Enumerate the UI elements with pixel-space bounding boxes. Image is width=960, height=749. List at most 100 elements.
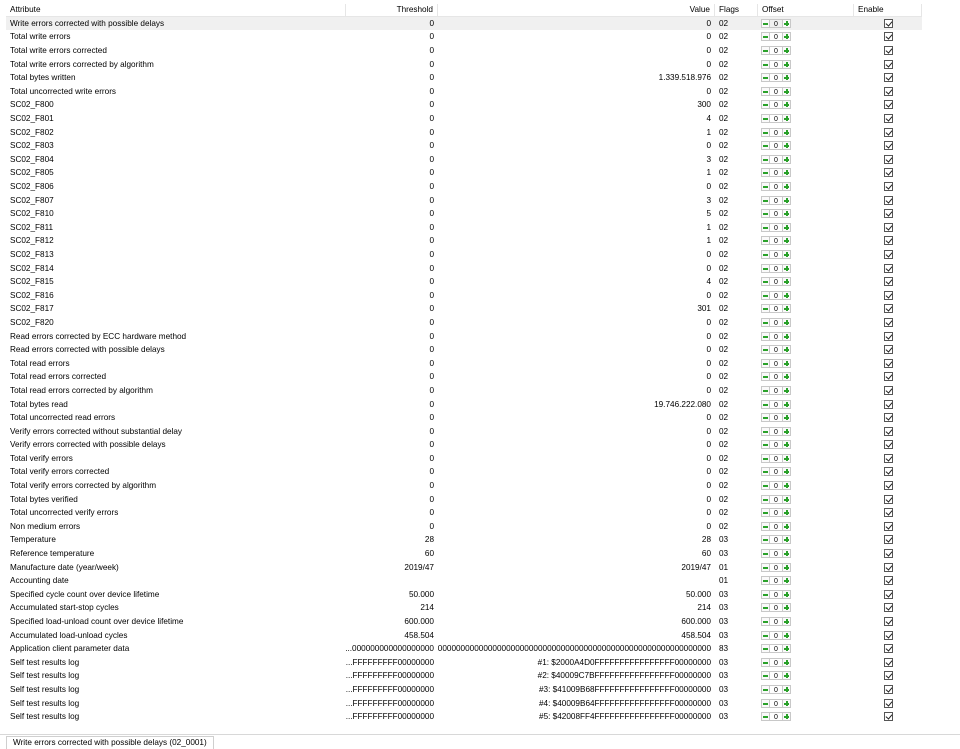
minus-icon[interactable] xyxy=(761,630,770,640)
table-row[interactable]: Non medium errors 0 0 02 0 xyxy=(6,520,922,534)
table-row[interactable]: Total verify errors 0 0 02 0 xyxy=(6,452,922,466)
enable-checkbox[interactable] xyxy=(883,263,893,273)
plus-icon[interactable] xyxy=(782,86,791,96)
minus-icon[interactable] xyxy=(761,114,770,124)
plus-icon[interactable] xyxy=(782,222,791,232)
column-header-offset[interactable]: Offset xyxy=(758,4,854,16)
enable-checkbox[interactable] xyxy=(883,372,893,382)
offset-stepper[interactable]: 0 xyxy=(758,317,854,327)
plus-icon[interactable] xyxy=(782,127,791,137)
enable-checkbox[interactable] xyxy=(883,236,893,246)
offset-value[interactable]: 0 xyxy=(770,331,782,341)
offset-value[interactable]: 0 xyxy=(770,671,782,681)
offset-value[interactable]: 0 xyxy=(770,249,782,259)
offset-stepper[interactable]: 0 xyxy=(758,141,854,151)
minus-icon[interactable] xyxy=(761,59,770,69)
plus-icon[interactable] xyxy=(782,684,791,694)
offset-stepper[interactable]: 0 xyxy=(758,603,854,613)
table-row[interactable]: SC02_F810 0 5 02 0 xyxy=(6,207,922,221)
offset-stepper[interactable]: 0 xyxy=(758,698,854,708)
offset-value[interactable]: 0 xyxy=(770,657,782,667)
enable-checkbox[interactable] xyxy=(883,589,893,599)
minus-icon[interactable] xyxy=(761,331,770,341)
plus-icon[interactable] xyxy=(782,358,791,368)
enable-checkbox[interactable] xyxy=(883,46,893,56)
table-row[interactable]: Total write errors corrected by algorith… xyxy=(6,57,922,71)
enable-checkbox[interactable] xyxy=(883,154,893,164)
table-row[interactable]: Self test results log ...FFFFFFFFF0000000… xyxy=(6,656,922,670)
table-row[interactable]: SC02_F820 0 0 02 0 xyxy=(6,316,922,330)
offset-stepper[interactable]: 0 xyxy=(758,154,854,164)
offset-stepper[interactable]: 0 xyxy=(758,712,854,722)
offset-value[interactable]: 0 xyxy=(770,521,782,531)
column-header-flags[interactable]: Flags xyxy=(715,4,758,16)
enable-checkbox[interactable] xyxy=(883,127,893,137)
plus-icon[interactable] xyxy=(782,494,791,504)
enable-checkbox[interactable] xyxy=(883,603,893,613)
offset-value[interactable]: 0 xyxy=(770,684,782,694)
plus-icon[interactable] xyxy=(782,141,791,151)
offset-stepper[interactable]: 0 xyxy=(758,263,854,273)
enable-checkbox[interactable] xyxy=(883,304,893,314)
offset-value[interactable]: 0 xyxy=(770,290,782,300)
column-header-threshold[interactable]: Threshold xyxy=(346,4,438,16)
column-header-enable[interactable]: Enable xyxy=(854,4,922,16)
enable-checkbox[interactable] xyxy=(883,86,893,96)
plus-icon[interactable] xyxy=(782,18,791,28)
enable-checkbox[interactable] xyxy=(883,630,893,640)
table-row[interactable]: SC02_F804 0 3 02 0 xyxy=(6,153,922,167)
offset-value[interactable]: 0 xyxy=(770,372,782,382)
table-row[interactable]: Total bytes read 0 19.746.222.080 02 0 xyxy=(6,397,922,411)
plus-icon[interactable] xyxy=(782,521,791,531)
table-row[interactable]: Total read errors corrected 0 0 02 0 xyxy=(6,370,922,384)
plus-icon[interactable] xyxy=(782,603,791,613)
table-row[interactable]: Manufacture date (year/week) 2019/47 2019/… xyxy=(6,560,922,574)
enable-checkbox[interactable] xyxy=(883,317,893,327)
enable-checkbox[interactable] xyxy=(883,249,893,259)
table-row[interactable]: Self test results log ...FFFFFFFFF0000000… xyxy=(6,696,922,710)
plus-icon[interactable] xyxy=(782,657,791,667)
table-row[interactable]: Self test results log ...FFFFFFFFF0000000… xyxy=(6,710,922,724)
enable-checkbox[interactable] xyxy=(883,535,893,545)
offset-stepper[interactable]: 0 xyxy=(758,195,854,205)
offset-stepper[interactable]: 0 xyxy=(758,358,854,368)
offset-stepper[interactable]: 0 xyxy=(758,440,854,450)
offset-stepper[interactable]: 0 xyxy=(758,46,854,56)
minus-icon[interactable] xyxy=(761,182,770,192)
offset-stepper[interactable]: 0 xyxy=(758,399,854,409)
plus-icon[interactable] xyxy=(782,671,791,681)
minus-icon[interactable] xyxy=(761,603,770,613)
offset-stepper[interactable]: 0 xyxy=(758,549,854,559)
enable-checkbox[interactable] xyxy=(883,562,893,572)
offset-value[interactable]: 0 xyxy=(770,236,782,246)
minus-icon[interactable] xyxy=(761,521,770,531)
plus-icon[interactable] xyxy=(782,576,791,586)
enable-checkbox[interactable] xyxy=(883,331,893,341)
plus-icon[interactable] xyxy=(782,413,791,423)
table-row[interactable]: Specified load-unload count over device … xyxy=(6,615,922,629)
offset-value[interactable]: 0 xyxy=(770,18,782,28)
enable-checkbox[interactable] xyxy=(883,426,893,436)
minus-icon[interactable] xyxy=(761,413,770,423)
minus-icon[interactable] xyxy=(761,453,770,463)
enable-checkbox[interactable] xyxy=(883,521,893,531)
table-row[interactable]: SC02_F817 0 301 02 0 xyxy=(6,302,922,316)
offset-value[interactable]: 0 xyxy=(770,209,782,219)
offset-stepper[interactable]: 0 xyxy=(758,521,854,531)
minus-icon[interactable] xyxy=(761,712,770,722)
offset-value[interactable]: 0 xyxy=(770,32,782,42)
table-row[interactable]: Total bytes written 0 1.339.518.976 02 0 xyxy=(6,71,922,85)
plus-icon[interactable] xyxy=(782,481,791,491)
plus-icon[interactable] xyxy=(782,712,791,722)
table-row[interactable]: Read errors corrected with possible dela… xyxy=(6,343,922,357)
table-row[interactable]: SC02_F803 0 0 02 0 xyxy=(6,139,922,153)
table-row[interactable]: SC02_F806 0 0 02 0 xyxy=(6,180,922,194)
plus-icon[interactable] xyxy=(782,549,791,559)
minus-icon[interactable] xyxy=(761,141,770,151)
table-row[interactable]: SC02_F800 0 300 02 0 xyxy=(6,98,922,112)
enable-checkbox[interactable] xyxy=(883,467,893,477)
offset-stepper[interactable]: 0 xyxy=(758,18,854,28)
enable-checkbox[interactable] xyxy=(883,195,893,205)
minus-icon[interactable] xyxy=(761,32,770,42)
enable-checkbox[interactable] xyxy=(883,32,893,42)
